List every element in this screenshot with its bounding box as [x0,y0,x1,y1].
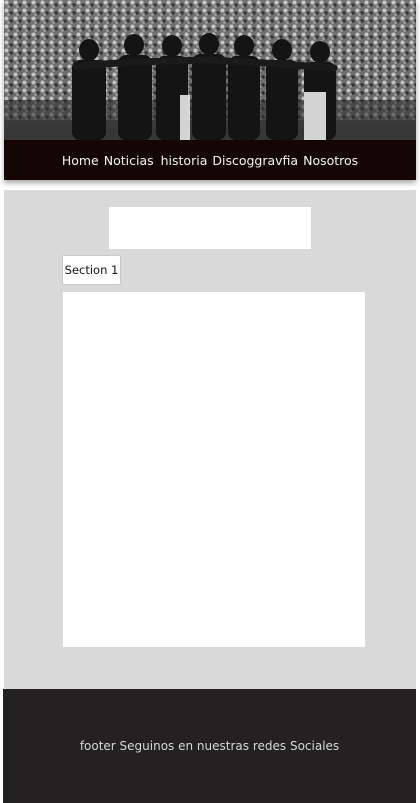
nav-item-home[interactable]: Home [62,153,99,168]
content-box [63,292,365,647]
site-header: Home Noticias historia Discoggravfia Nos… [4,0,416,180]
main-content: Section 1 [4,190,416,689]
nav-item-noticias[interactable]: Noticias [104,153,154,168]
footer-text: footer Seguinos en nuestras redes Social… [79,739,340,753]
title-box [109,207,311,249]
nav-item-historia[interactable]: historia [161,153,208,168]
nav-item-discografia[interactable]: Discoggravfia [212,153,298,168]
nav-item-nosotros[interactable]: Nosotros [303,153,358,168]
site-footer: footer Seguinos en nuestras redes Social… [3,689,416,803]
section-tab[interactable]: Section 1 [62,255,121,285]
section-tab-label: Section 1 [64,263,119,277]
page: Home Noticias historia Discoggravfia Nos… [0,0,420,803]
concert-crowd-photo [4,0,416,140]
main-nav: Home Noticias historia Discoggravfia Nos… [4,140,416,180]
hero-image [4,0,416,140]
